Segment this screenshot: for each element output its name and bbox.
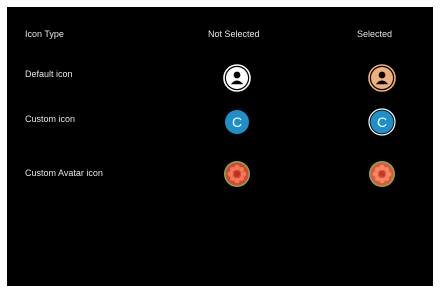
icon-comparison-panel: Icon Type Not Selected Selected Default … [7, 7, 433, 286]
avatar-flower-icon-selected[interactable] [367, 159, 397, 189]
custom-c-icon-selected[interactable]: C [367, 107, 397, 137]
header-icon-type: Icon Type [25, 29, 64, 39]
letter-c-icon: C [368, 108, 396, 136]
custom-c-icon-not-selected[interactable]: C [222, 107, 252, 137]
row-label-custom-icon: Custom icon [25, 114, 76, 124]
flower-avatar-icon [224, 161, 250, 187]
avatar-flower-icon-not-selected[interactable] [222, 159, 252, 189]
person-icon [223, 64, 251, 92]
default-person-icon-selected[interactable] [367, 63, 397, 93]
row-label-custom-avatar-icon: Custom Avatar icon [25, 168, 103, 178]
letter-c-icon: C [225, 110, 249, 134]
person-icon [368, 64, 396, 92]
header-not-selected: Not Selected [208, 29, 260, 39]
default-person-icon-not-selected[interactable] [222, 63, 252, 93]
flower-avatar-icon [369, 161, 395, 187]
header-selected: Selected [357, 29, 393, 39]
svg-text:C: C [232, 114, 242, 130]
svg-text:C: C [377, 114, 387, 130]
row-label-default-icon: Default icon [25, 69, 73, 79]
